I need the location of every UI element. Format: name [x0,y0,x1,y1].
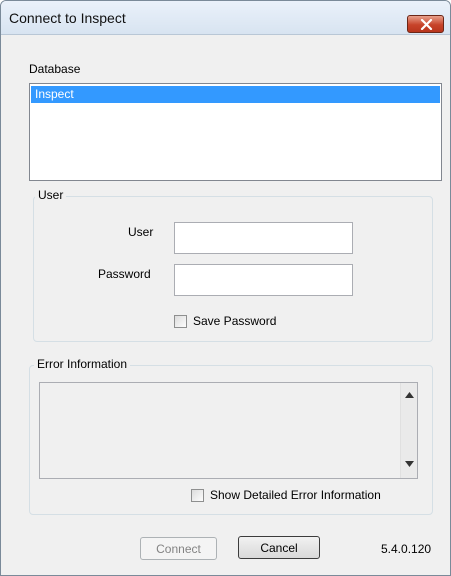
dialog-window: Connect to Inspect Database Inspect User… [0,0,451,576]
cancel-button[interactable]: Cancel [238,536,320,559]
save-password-checkbox[interactable] [174,315,187,328]
error-text-area[interactable] [39,382,418,479]
show-detailed-error-label[interactable]: Show Detailed Error Information [210,488,381,502]
database-list-item[interactable]: Inspect [31,86,440,103]
password-field[interactable] [174,264,353,296]
close-button[interactable] [407,15,444,33]
scroll-down-arrow-icon[interactable] [405,461,414,467]
title-bar[interactable]: Connect to Inspect [1,1,450,35]
user-label: User [128,225,154,239]
database-listbox[interactable]: Inspect [29,83,442,181]
save-password-label[interactable]: Save Password [193,314,276,328]
user-group-title: User [35,188,67,202]
version-label: 5.4.0.120 [381,542,432,556]
error-scrollbar[interactable] [400,383,417,478]
user-field[interactable] [174,222,353,254]
error-information-title: Error Information [34,357,131,371]
close-icon [420,19,433,30]
window-title: Connect to Inspect [9,10,126,26]
connect-button[interactable]: Connect [140,537,217,560]
password-label: Password [98,267,151,281]
database-label: Database [29,62,81,76]
scroll-up-arrow-icon[interactable] [405,392,414,398]
show-detailed-error-checkbox[interactable] [191,489,204,502]
